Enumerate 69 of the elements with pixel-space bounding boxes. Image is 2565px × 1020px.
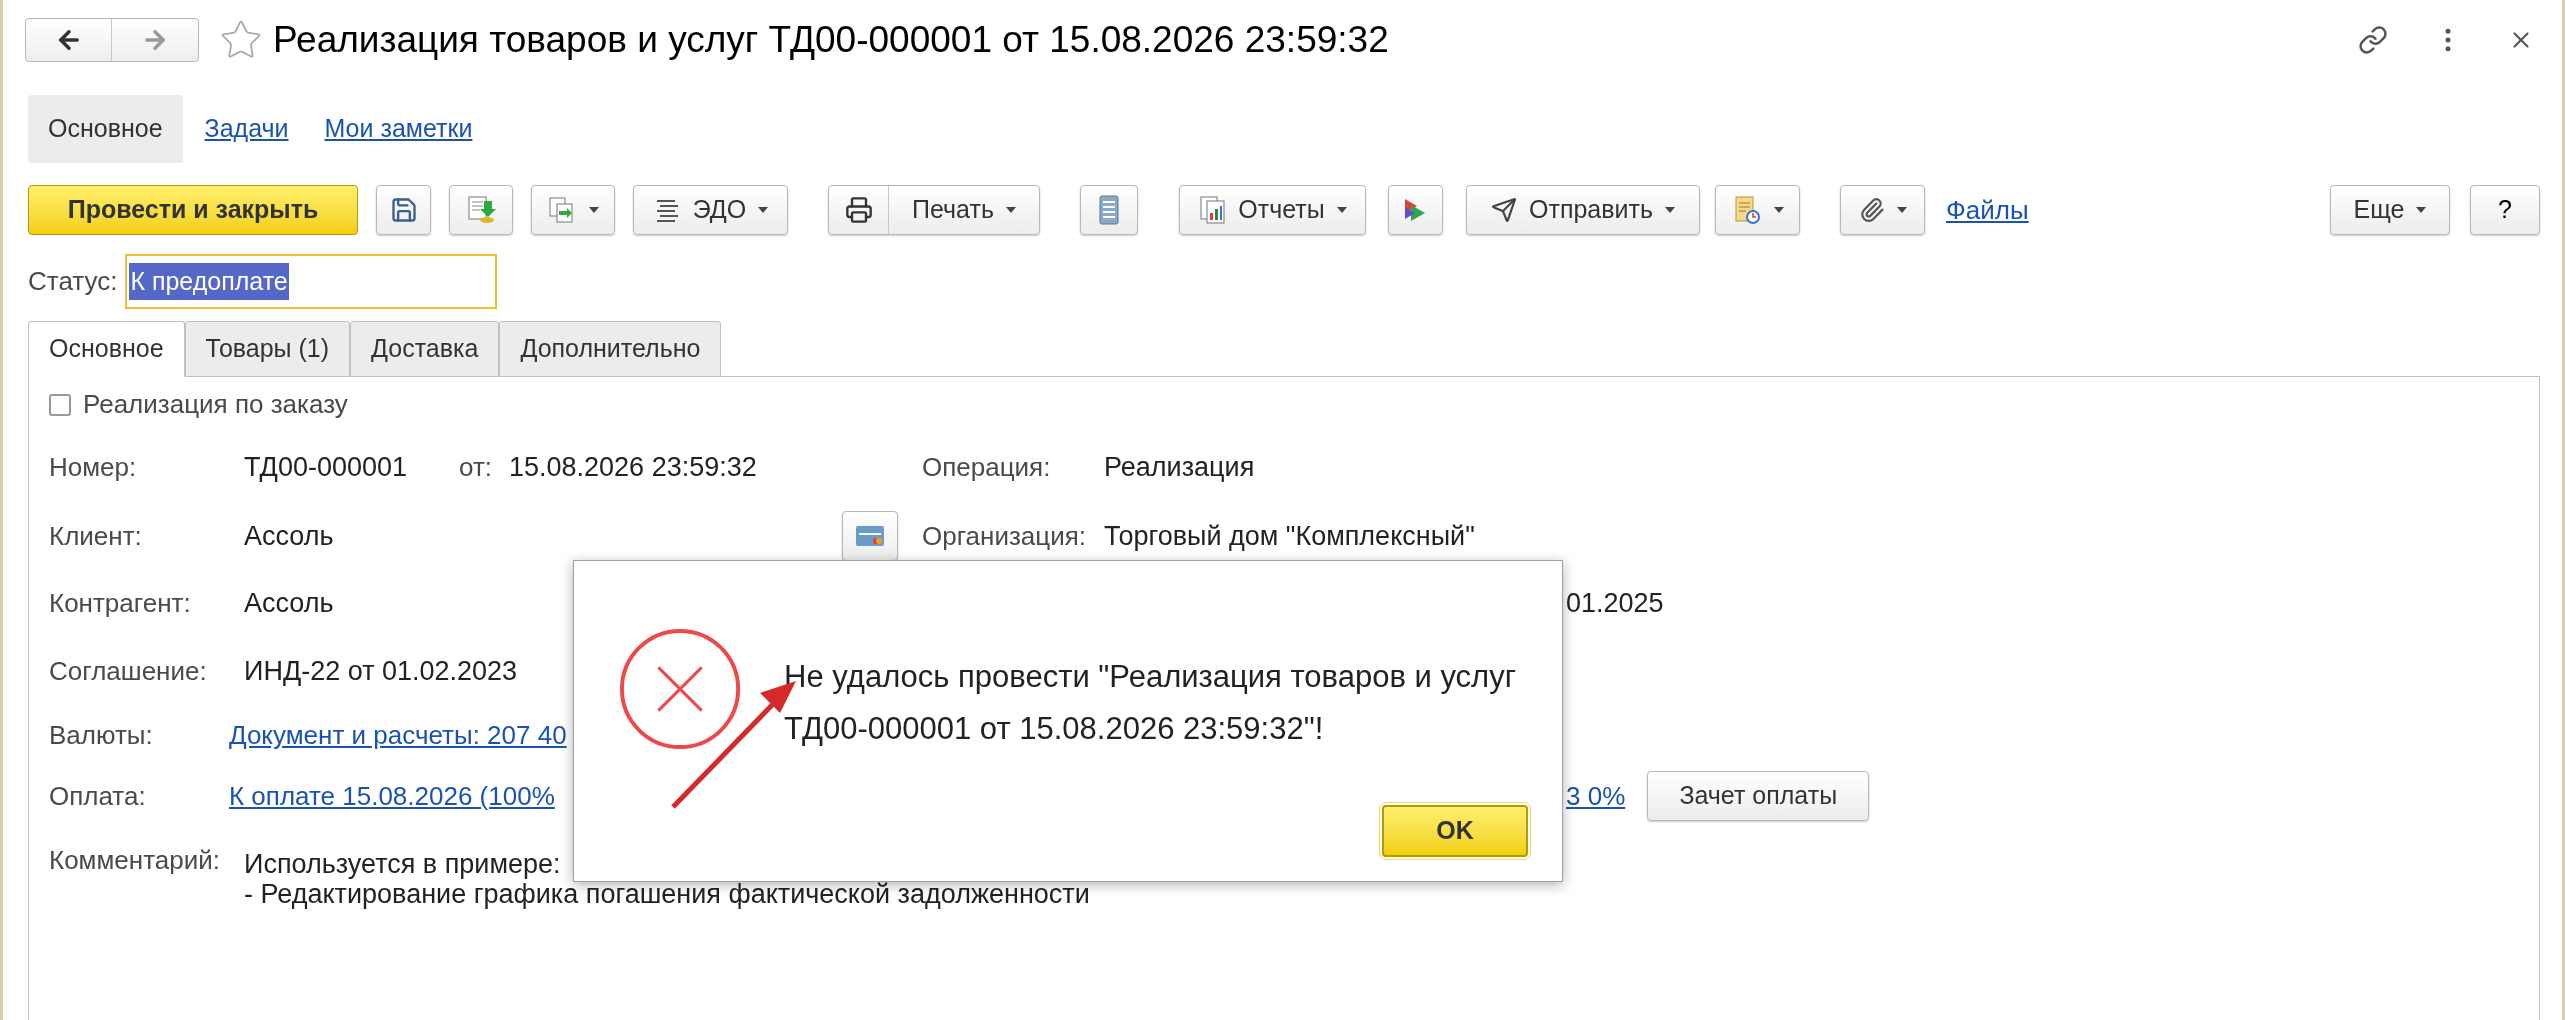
- field-label: Контрагент:: [49, 587, 192, 620]
- field-label: Организация:: [922, 519, 1088, 553]
- organization-value: Торговый дом "Комплексный": [1104, 519, 1475, 553]
- launch-button[interactable]: [1388, 185, 1443, 235]
- caret-icon: [1773, 207, 1784, 213]
- error-message: Не удалось провести "Реализация товаров и услуг ТД00-000001 от 15.08.2026 23:59:32"!: [784, 658, 1517, 748]
- caret-icon: [2416, 207, 2427, 213]
- field-label: Валюты:: [49, 718, 154, 752]
- field-label: Номер:: [49, 450, 138, 484]
- paper-plane-icon: [1491, 197, 1517, 223]
- section-link[interactable]: Основное: [28, 95, 183, 163]
- tab[interactable]: Товары (1): [184, 321, 351, 377]
- printer-icon: [844, 196, 873, 224]
- credit-card-icon: [856, 526, 884, 546]
- date-value: 15.08.2026 23:59:32: [509, 450, 758, 484]
- edo-button[interactable]: ЭДО: [633, 185, 788, 235]
- tab[interactable]: Основное: [28, 321, 185, 377]
- caret-icon: [589, 207, 599, 213]
- payment-offset-button[interactable]: Зачет оплаты: [1647, 771, 1870, 821]
- print-button[interactable]: Печать: [889, 186, 1039, 234]
- client-value: Ассоль: [244, 519, 335, 553]
- number-value: ТД00-000001: [244, 450, 408, 484]
- tab[interactable]: Доставка: [350, 321, 500, 377]
- field-label: Оплата:: [49, 779, 147, 813]
- field-label: Клиент:: [49, 519, 143, 553]
- save-button[interactable]: [376, 185, 431, 235]
- payment-link[interactable]: К оплате 15.08.2026 (100%: [229, 776, 555, 816]
- send-button[interactable]: Отправить: [1466, 185, 1700, 235]
- section-link[interactable]: Мои заметки: [310, 95, 487, 163]
- files-link[interactable]: Файлы: [1946, 190, 2029, 230]
- caret-icon: [758, 207, 769, 213]
- status-label: Статус:: [28, 265, 118, 298]
- payment-link[interactable]: 3 0%: [1566, 776, 1626, 816]
- ok-button[interactable]: OK: [1382, 805, 1528, 857]
- window-title: Реализация товаров и услуг ТД00-000001 от 15.08.2026 23:59:32: [273, 18, 1389, 63]
- field-label: Комментарий:: [49, 844, 221, 877]
- error-icon: [619, 627, 742, 751]
- section-link[interactable]: Задачи: [190, 95, 303, 163]
- status-field[interactable]: К предоплате: [125, 254, 498, 309]
- post-and-close-button[interactable]: Провести и закрыть: [28, 185, 358, 235]
- reports-button[interactable]: Отчеты: [1179, 185, 1366, 235]
- paperclip-icon: [1858, 197, 1885, 223]
- more-button[interactable]: Еще: [2330, 185, 2450, 235]
- caret-icon: [1005, 207, 1016, 213]
- caret-icon: [1896, 207, 1907, 213]
- list-button[interactable]: [1080, 185, 1138, 235]
- load-button[interactable]: [449, 185, 513, 235]
- field-label: Операция:: [922, 450, 1052, 484]
- counterparty-value: Ассоль: [244, 587, 335, 621]
- attach-dropdown-button[interactable]: [1840, 185, 1925, 235]
- field-label: Соглашение:: [49, 654, 208, 688]
- checkbox[interactable]: [49, 393, 71, 416]
- checkbox-label: Реализация по заказу: [83, 388, 348, 421]
- save-icon: [389, 196, 418, 224]
- link-icon[interactable]: [2358, 25, 2388, 55]
- document-arrow-icon: [466, 195, 496, 225]
- operation-value: Реализация: [1104, 450, 1255, 484]
- field-label: от:: [459, 450, 494, 484]
- currency-link[interactable]: Документ и расчеты: 207 40: [229, 715, 567, 755]
- list-icon: [1099, 195, 1119, 225]
- caret-icon: [1665, 207, 1675, 213]
- card-button[interactable]: [842, 511, 898, 561]
- agreement-value: ИНД-22 от 01.02.2023: [244, 654, 518, 688]
- schedule-dropdown-button[interactable]: [1715, 185, 1800, 235]
- help-button[interactable]: ?: [2470, 185, 2540, 235]
- field-value: 01.2025: [1566, 587, 1664, 621]
- tab[interactable]: Дополнительно: [499, 321, 722, 377]
- copy-dropdown-button[interactable]: [531, 185, 615, 235]
- caret-icon: [1336, 207, 1347, 213]
